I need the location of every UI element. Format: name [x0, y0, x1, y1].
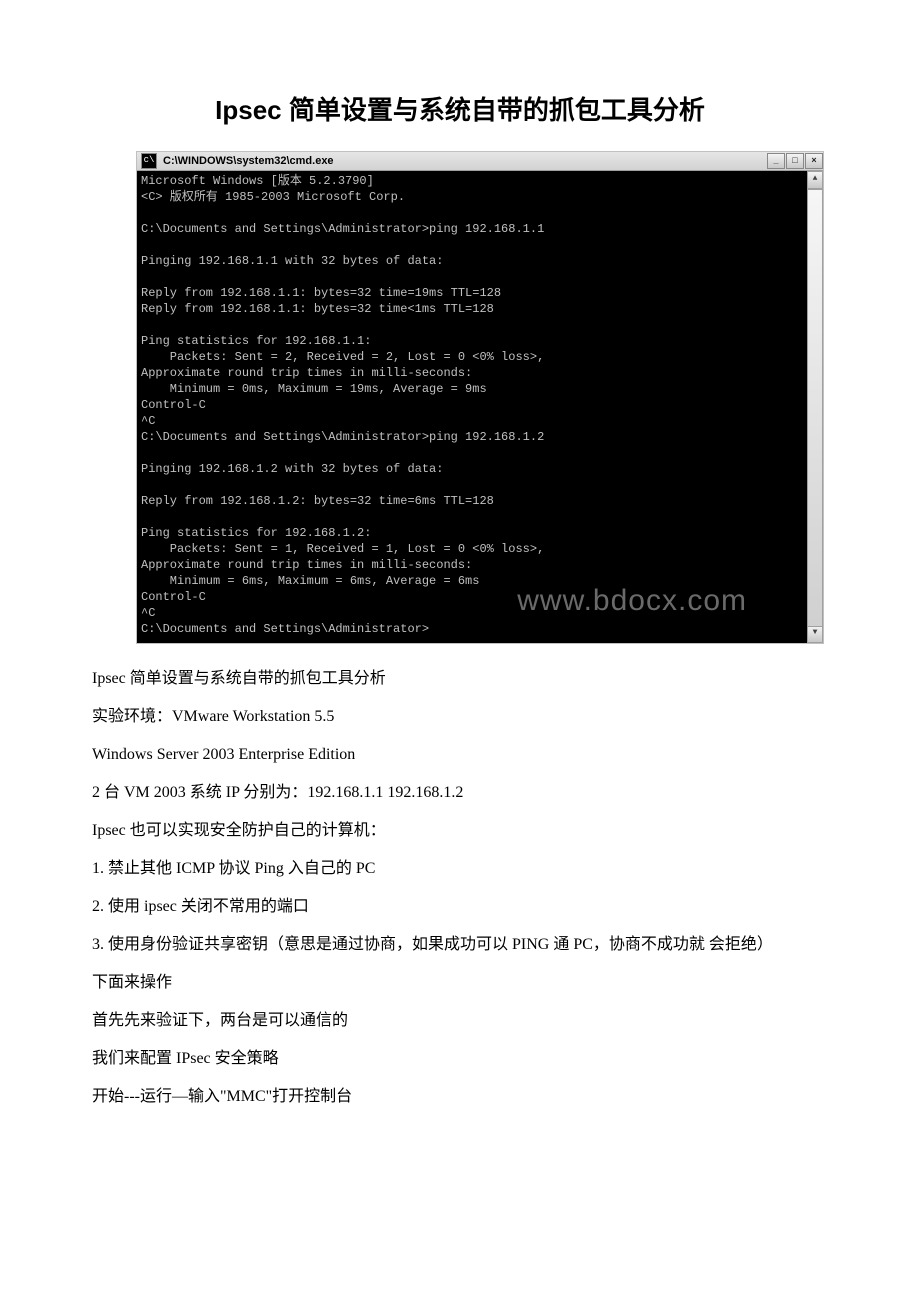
document-page: Ipsec 简单设置与系统自带的抓包工具分析 c\ C:\WINDOWS\sys… — [0, 0, 920, 1164]
paragraph: 2. 使用 ipsec 关闭不常用的端口 — [60, 896, 860, 918]
paragraph: 首先先来验证下，两台是可以通信的 — [60, 1010, 860, 1032]
minimize-button[interactable]: _ — [767, 153, 785, 169]
paragraph: 2 台 VM 2003 系统 IP 分别为：192.168.1.1 192.16… — [60, 782, 860, 804]
close-button[interactable]: × — [805, 153, 823, 169]
scroll-up-button[interactable]: ▲ — [807, 171, 823, 189]
vertical-scrollbar[interactable]: ▲ ▼ — [807, 171, 823, 643]
document-title: Ipsec 简单设置与系统自带的抓包工具分析 — [60, 90, 860, 127]
scroll-down-button[interactable]: ▼ — [807, 625, 823, 643]
maximize-button[interactable]: □ — [786, 153, 804, 169]
paragraph: 开始---运行—输入"MMC"打开控制台 — [60, 1086, 860, 1108]
paragraph: Ipsec 也可以实现安全防护自己的计算机： — [60, 820, 860, 842]
paragraph: Ipsec 简单设置与系统自带的抓包工具分析 — [60, 668, 860, 690]
scrollbar-thumb[interactable] — [807, 189, 823, 627]
window-control-buttons: _ □ × — [766, 153, 823, 169]
terminal-body: Microsoft Windows [版本 5.2.3790] <C> 版权所有… — [137, 171, 823, 643]
document-body: Ipsec 简单设置与系统自带的抓包工具分析 实验环境：VMware Works… — [60, 668, 860, 1108]
paragraph: Windows Server 2003 Enterprise Edition — [60, 744, 860, 766]
terminal-text: Microsoft Windows [版本 5.2.3790] <C> 版权所有… — [141, 174, 544, 636]
paragraph: 我们来配置 IPsec 安全策略 — [60, 1048, 860, 1070]
scrollbar-track[interactable] — [807, 189, 823, 625]
window-titlebar[interactable]: c\ C:\WINDOWS\system32\cmd.exe _ □ × — [137, 152, 823, 171]
cmd-window: c\ C:\WINDOWS\system32\cmd.exe _ □ × Mic… — [136, 151, 824, 644]
cmd-icon: c\ — [141, 153, 157, 169]
paragraph: 1. 禁止其他 ICMP 协议 Ping 入自己的 PC — [60, 858, 860, 880]
window-title-text: C:\WINDOWS\system32\cmd.exe — [161, 155, 766, 167]
paragraph: 3. 使用身份验证共享密钥（意思是通过协商，如果成功可以 PING 通 PC，协… — [60, 934, 860, 956]
paragraph: 实验环境：VMware Workstation 5.5 — [60, 706, 860, 728]
watermark-text: www.bdocx.com — [517, 593, 747, 609]
paragraph: 下面来操作 — [60, 972, 860, 994]
terminal-output[interactable]: Microsoft Windows [版本 5.2.3790] <C> 版权所有… — [137, 171, 807, 643]
